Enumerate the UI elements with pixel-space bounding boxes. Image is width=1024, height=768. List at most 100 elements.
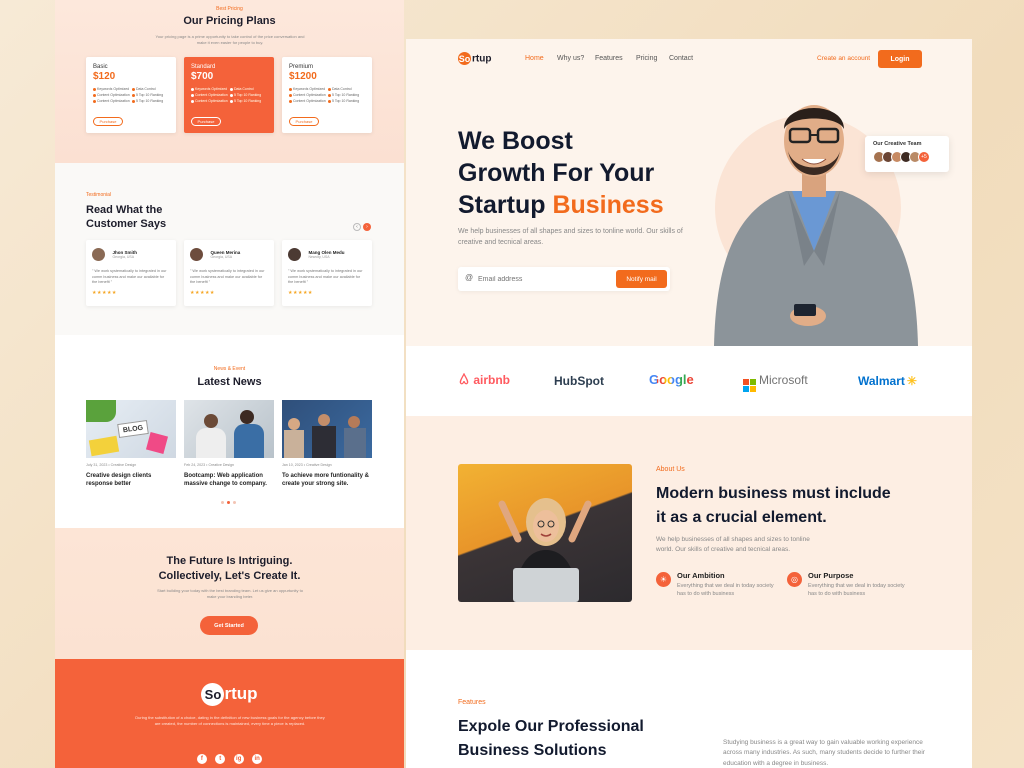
purchase-button[interactable]: Purchase — [191, 117, 221, 126]
news-image-team[interactable] — [282, 400, 372, 458]
testimonial-card: Jhon Smith Georgia, USA " We work system… — [86, 240, 176, 306]
email-form: @ Notify mail — [458, 267, 670, 291]
logo-mark: So — [458, 52, 471, 65]
news-meta: Jan 10, 2023 • Creative Design — [282, 463, 332, 467]
about-image — [458, 464, 632, 602]
hero-line3: Startup Business — [458, 189, 664, 221]
notify-mail-button[interactable]: Notify mail — [616, 270, 667, 288]
news-meta: Feb 24, 2023 • Creative Design — [184, 463, 235, 467]
testimonial-author: Jhon Smith Georgia, USA — [112, 250, 137, 259]
news-tag: News & Event — [213, 366, 246, 372]
team-avatars: +5 — [873, 151, 941, 163]
purchase-button[interactable]: Purchase — [93, 117, 123, 126]
carousel-dot[interactable] — [221, 501, 224, 504]
testimonial-tag: Testimonial — [86, 192, 112, 198]
news-item-title[interactable]: To achieve more funtionality & create yo… — [282, 472, 374, 488]
plan-feature: Keywords Optimized — [289, 87, 326, 91]
about-title-line1: Modern business must include — [656, 485, 891, 502]
avatar — [190, 248, 203, 262]
footer-logo-mark: So — [201, 683, 225, 706]
plan-feature: 5 Top 10 Ranking — [132, 93, 169, 97]
cta-section: The Future Is Intriguing. Collectively, … — [55, 528, 404, 659]
brand-logos: airbnb HubSpot Google Microsoft Walmart ✳ — [406, 346, 972, 416]
plan-feature: Content Optimization — [289, 93, 326, 97]
about-title: Modern business must include it as a cru… — [656, 482, 891, 530]
carousel-dot-active[interactable] — [227, 501, 230, 504]
email-input[interactable] — [478, 271, 608, 287]
hero-section: So rtup Home Why us? Features Pricing Con… — [406, 39, 972, 346]
news-item-title[interactable]: Creative design clients response better — [86, 472, 178, 488]
footer-logo[interactable]: So rtup — [55, 683, 404, 706]
carousel-dot[interactable] — [233, 501, 236, 504]
plan-feature: 5 Top 10 Ranking — [328, 99, 365, 103]
footer-text: During the substitution of a choice, dat… — [135, 715, 325, 727]
plan-name: Basic — [93, 64, 108, 70]
plan-feature: Content Optimization — [191, 93, 228, 97]
person-body — [284, 430, 304, 458]
testimonial-quote: " We work systematically to integrated i… — [288, 269, 363, 284]
about-woman-illustration — [498, 498, 592, 602]
person-head — [318, 414, 330, 426]
linkedin-icon[interactable]: in — [252, 754, 263, 764]
hero-line3-start: Startup — [458, 191, 553, 219]
news-image-office[interactable] — [184, 400, 274, 458]
next-arrow-icon[interactable]: › — [363, 223, 371, 231]
ambition-text: Everything that we deal in today society… — [677, 583, 774, 597]
facebook-icon[interactable]: f — [196, 754, 207, 764]
about-tag: About Us — [656, 466, 685, 473]
pricing-subtitle: Your pricing page is a prime opportunity… — [155, 34, 305, 45]
cta-title: The Future Is Intriguing. Collectively, … — [55, 554, 404, 584]
nav-features[interactable]: Features — [595, 55, 623, 62]
about-title-line2: it as a crucial element. — [656, 509, 827, 526]
logo[interactable]: So rtup — [458, 52, 491, 65]
plan-feature: 5 Top 10 Ranking — [230, 93, 267, 97]
plan-feature: 5 Top 10 Ranking — [132, 99, 169, 103]
news-image-blog[interactable]: BLOG — [86, 400, 176, 458]
plan-feature: 5 Top 10 Ranking — [328, 93, 365, 97]
testimonial-quote: " We work systematically to integrated i… — [92, 269, 167, 284]
person-head — [348, 416, 360, 428]
features-text: Studying business is a great way to gain… — [723, 739, 925, 767]
plan-features: Keywords Optimized Data Control Content … — [191, 87, 267, 103]
purchase-button[interactable]: Purchase — [289, 117, 319, 126]
person-body — [196, 428, 226, 458]
airbnb-logo: airbnb — [458, 372, 510, 387]
nav-home[interactable]: Home — [525, 55, 544, 62]
plan-feature: Content Optimization — [93, 99, 130, 103]
instagram-icon[interactable]: ig — [233, 754, 244, 764]
avatar — [288, 248, 301, 262]
about-section: About Us Modern business must include it… — [406, 416, 972, 650]
nav-pricing[interactable]: Pricing — [636, 55, 657, 62]
news-item-title[interactable]: Bootcamp: Web application massive change… — [184, 472, 276, 488]
star-rating: ★★★★★ — [92, 289, 117, 296]
nav-why-us[interactable]: Why us? — [557, 55, 584, 62]
hero-line1: We Boost — [458, 127, 573, 155]
google-text: Google — [649, 372, 694, 387]
testimonial-title-line2: Customer Says — [86, 218, 167, 230]
about-text: We help businesses of all shapes and siz… — [656, 536, 810, 554]
person-head — [240, 410, 254, 424]
testimonial-card: Queen Merina Georgia, USA " We work syst… — [184, 240, 274, 306]
author-location: Georgia, USA — [112, 255, 135, 260]
testimonial-author: Mang Olen Medu Newcity, USA — [308, 250, 344, 259]
person-head — [288, 418, 300, 430]
plan-feature: Content Optimization — [191, 99, 228, 103]
features-section: Features Expole Our Professional Busines… — [406, 650, 972, 768]
creative-team-label: Our Creative Team — [873, 141, 922, 147]
twitter-icon[interactable]: t — [215, 754, 226, 764]
create-account-link[interactable]: Create an account — [817, 55, 870, 62]
news-category: Creative Design — [306, 463, 332, 467]
prev-arrow-icon[interactable]: ‹ — [353, 223, 361, 231]
cta-title-line1: The Future Is Intriguing. — [166, 555, 293, 567]
carousel-dots — [221, 501, 236, 504]
plant-shape — [86, 400, 116, 422]
nav-contact[interactable]: Contact — [669, 55, 693, 62]
plan-features: Keywords Optimized Data Control Content … — [93, 87, 169, 103]
social-links: f t ig in — [55, 747, 404, 765]
plan-name: Premium — [289, 64, 314, 70]
plan-price: $700 — [191, 71, 214, 82]
login-button[interactable]: Login — [878, 50, 922, 68]
get-started-button[interactable]: Get Started — [200, 616, 258, 635]
news-date: July 31, 2023 — [86, 463, 108, 467]
creative-team-card: Our Creative Team +5 — [865, 136, 949, 172]
